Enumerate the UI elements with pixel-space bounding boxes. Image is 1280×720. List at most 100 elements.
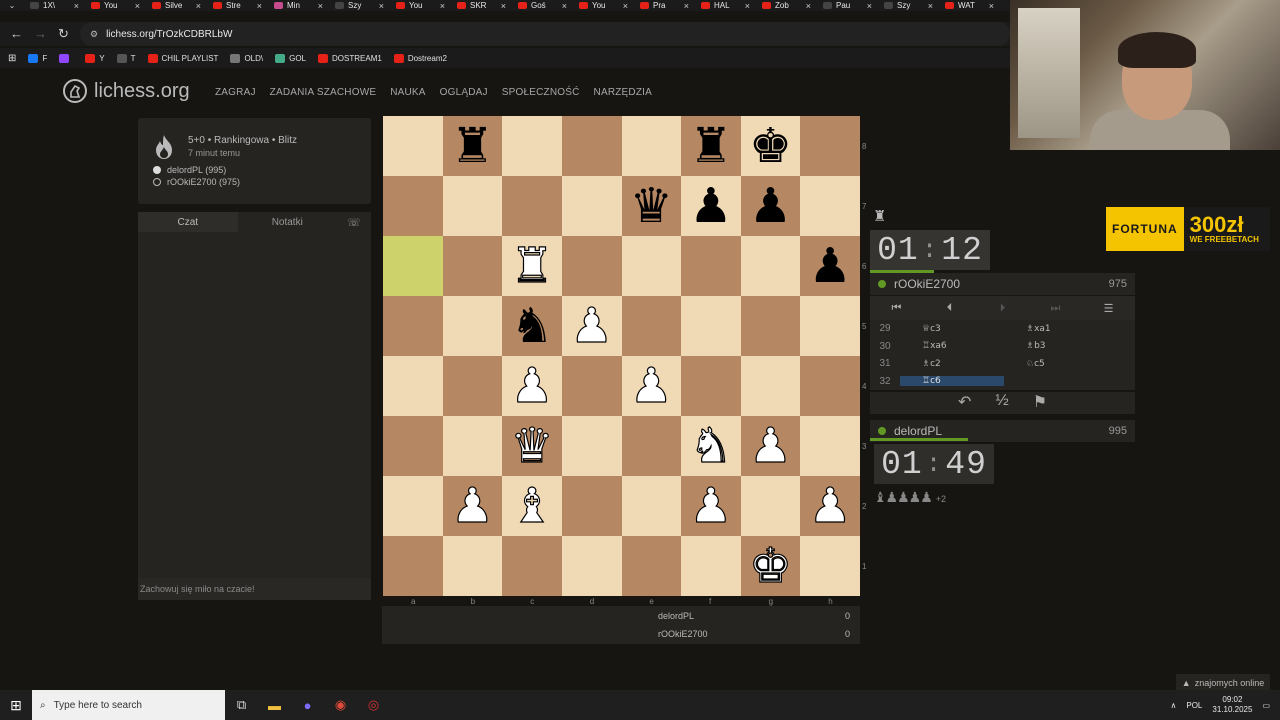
browser-tab[interactable]: You × <box>85 0 146 11</box>
browser-tab[interactable]: Pau × <box>817 0 878 11</box>
browser-tab[interactable]: Pra × <box>634 0 695 11</box>
browser-tab[interactable]: You × <box>390 0 451 11</box>
square-a1[interactable] <box>383 536 443 596</box>
resign-flag-icon[interactable]: ⚑ <box>1033 392 1047 414</box>
black-pawn-icon[interactable]: ♟ <box>809 242 852 290</box>
black-king-icon[interactable]: ♚ <box>749 122 792 170</box>
last-move-icon[interactable]: ⏭ <box>1029 302 1082 315</box>
square-b6[interactable] <box>442 236 503 296</box>
square-g5[interactable] <box>740 296 801 356</box>
square-d6[interactable] <box>561 236 622 296</box>
square-g4[interactable] <box>740 356 801 416</box>
tab-close-icon[interactable]: × <box>196 1 201 11</box>
takeback-icon[interactable]: ↶ <box>958 392 971 414</box>
tab-close-icon[interactable]: × <box>623 1 628 11</box>
square-e4[interactable]: ♟ <box>621 356 682 416</box>
browser-tab[interactable]: You × <box>573 0 634 11</box>
browser-tab[interactable]: Min × <box>268 0 329 11</box>
square-g2[interactable] <box>740 476 801 536</box>
black-rook-icon[interactable]: ♜ <box>451 122 494 170</box>
square-h8[interactable] <box>800 116 860 176</box>
square-a8[interactable] <box>383 116 443 176</box>
offer-draw-icon[interactable]: ½ <box>995 392 1008 414</box>
white-bishop-icon[interactable]: ♝ <box>510 481 554 530</box>
black-move[interactable]: ♗b3 <box>1004 341 1108 351</box>
phone-icon[interactable]: ☏ <box>337 212 371 232</box>
white-pawn-icon[interactable]: ♟ <box>450 481 494 530</box>
square-b1[interactable] <box>442 536 503 596</box>
white-queen-icon[interactable]: ♛ <box>510 421 554 470</box>
prev-move-icon[interactable]: ⏴ <box>923 302 976 315</box>
app-icon[interactable]: ◎ <box>357 690 390 720</box>
nav-item[interactable]: NAUKA <box>390 87 425 98</box>
tab-close-icon[interactable]: × <box>867 1 872 11</box>
tray-chevron-icon[interactable]: ∧ <box>1171 701 1177 710</box>
bookmark-item[interactable]: GOL <box>275 53 306 63</box>
square-d1[interactable] <box>561 536 622 596</box>
square-f1[interactable] <box>681 536 741 596</box>
tab-close-icon[interactable]: × <box>928 1 933 11</box>
square-d3[interactable] <box>561 416 622 476</box>
browser-tab[interactable]: Goś × <box>512 0 573 11</box>
browser-tab[interactable]: Stre × <box>207 0 268 11</box>
notifications-icon[interactable]: ▭ <box>1262 701 1270 710</box>
square-a5[interactable] <box>383 296 443 356</box>
square-c2[interactable]: ♝ <box>502 476 562 536</box>
tab-close-icon[interactable]: × <box>806 1 811 11</box>
nav-item[interactable]: ZADANIA SZACHOWE <box>270 87 377 98</box>
square-b5[interactable] <box>442 296 503 356</box>
square-g6[interactable] <box>740 236 801 296</box>
browser-tab[interactable]: 1X\ × <box>24 0 85 11</box>
first-move-icon[interactable]: ⏮ <box>870 302 923 315</box>
tab-close-icon[interactable]: × <box>318 1 323 11</box>
square-a2[interactable] <box>383 476 443 536</box>
square-a6[interactable] <box>383 236 443 296</box>
square-c7[interactable] <box>502 176 562 236</box>
square-d4[interactable] <box>561 356 622 416</box>
square-e2[interactable] <box>621 476 682 536</box>
square-f6[interactable] <box>681 236 741 296</box>
tab-close-icon[interactable]: × <box>562 1 567 11</box>
bookmark-item[interactable]: CHIL PLAYLIST <box>147 53 218 63</box>
black-knight-icon[interactable]: ♞ <box>511 302 554 350</box>
black-pawn-icon[interactable]: ♟ <box>689 182 732 230</box>
square-e5[interactable] <box>621 296 682 356</box>
nav-item[interactable]: SPOŁECZNOŚĆ <box>502 87 580 98</box>
tab-close-icon[interactable]: × <box>74 1 79 11</box>
black-rook-icon[interactable]: ♜ <box>689 122 732 170</box>
score-player-name[interactable]: delordPL <box>658 611 694 621</box>
square-d8[interactable] <box>561 116 622 176</box>
top-player-name[interactable]: rOOkiE2700 <box>894 277 960 291</box>
black-move[interactable]: ♗xa1 <box>1004 324 1108 334</box>
bottom-player-name[interactable]: delordPL <box>894 424 942 438</box>
browser-tab[interactable]: HAL × <box>695 0 756 11</box>
nav-item[interactable]: NARZĘDZIA <box>594 87 652 98</box>
square-h3[interactable] <box>800 416 860 476</box>
tab-close-icon[interactable]: × <box>501 1 506 11</box>
square-b2[interactable]: ♟ <box>442 476 503 536</box>
white-king-icon[interactable]: ♚ <box>748 541 792 590</box>
square-f2[interactable]: ♟ <box>681 476 741 536</box>
tab-search-icon[interactable]: ⌄ <box>0 1 24 10</box>
white-pawn-icon[interactable]: ♟ <box>510 361 554 410</box>
square-f4[interactable] <box>681 356 741 416</box>
tab-close-icon[interactable]: × <box>257 1 262 11</box>
square-a3[interactable] <box>383 416 443 476</box>
browser-tab[interactable]: Szy × <box>878 0 939 11</box>
square-f3[interactable]: ♞ <box>681 416 741 476</box>
white-pawn-icon[interactable]: ♟ <box>629 361 673 410</box>
square-f7[interactable]: ♟ <box>681 176 741 236</box>
bookmark-item[interactable]: Dostream2 <box>393 53 447 63</box>
square-d7[interactable] <box>561 176 622 236</box>
chat-input[interactable]: Zachowuj się miło na czacie! <box>138 578 371 600</box>
white-pawn-icon[interactable]: ♟ <box>689 481 733 530</box>
back-icon[interactable]: ← <box>10 26 23 41</box>
clock[interactable]: 09:02 31.10.2025 <box>1212 695 1252 714</box>
tab-notes[interactable]: Notatki <box>238 212 338 232</box>
square-e1[interactable] <box>621 536 682 596</box>
sponsor-banner[interactable]: FORTUNA 300zł WE FREEBETACH <box>1106 207 1270 251</box>
square-c6[interactable]: ♜ <box>502 236 562 296</box>
language-indicator[interactable]: POL <box>1186 701 1202 710</box>
white-move[interactable]: ♕c3 <box>900 324 1004 334</box>
square-c8[interactable] <box>502 116 562 176</box>
